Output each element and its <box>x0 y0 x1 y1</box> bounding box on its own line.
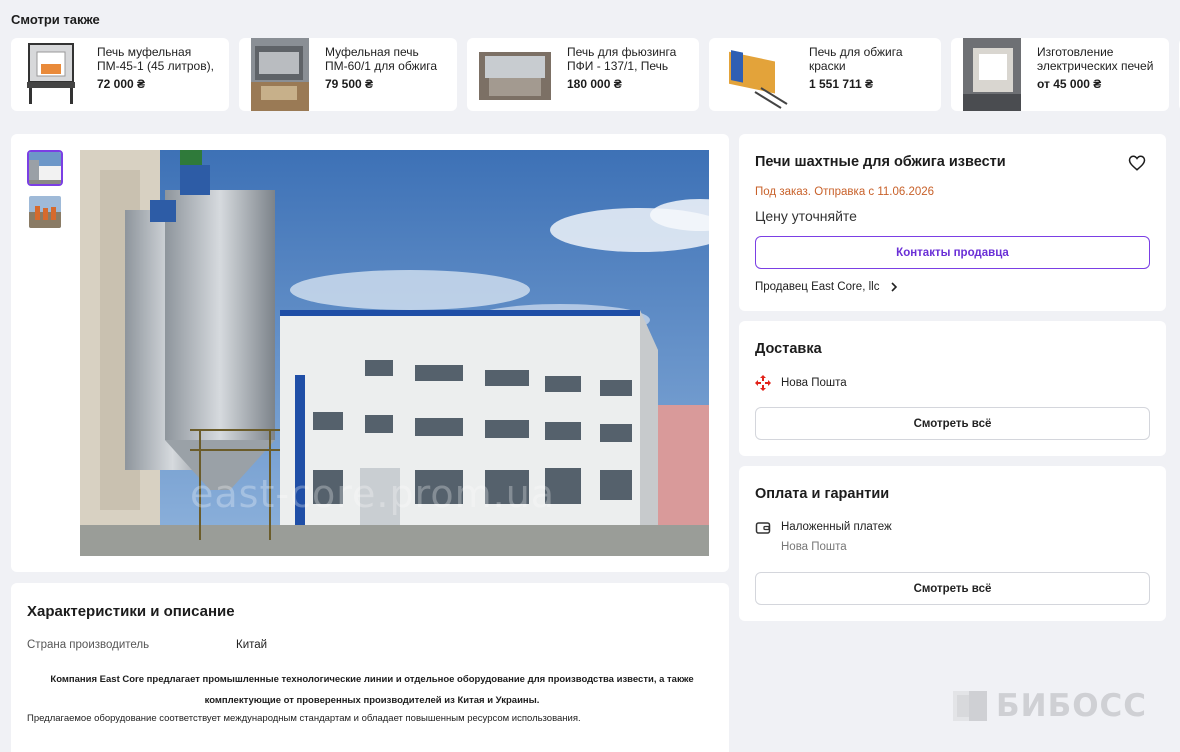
see-also-card[interactable]: Муфельная печь ПМ-60/1 для обжига 79 500… <box>239 38 457 111</box>
gallery-thumb[interactable] <box>27 194 63 230</box>
see-also-card[interactable]: Печь муфельная ПМ-45-1 (45 литров), 72 0… <box>11 38 229 111</box>
see-also-name: Печь муфельная ПМ-45-1 (45 литров), <box>97 45 214 73</box>
gallery-thumbnails <box>27 150 63 230</box>
product-title: Печи шахтные для обжига извести <box>755 154 1006 170</box>
seller-link[interactable]: Продавец East Core, llc <box>755 281 899 293</box>
product-gallery: east-core.prom.ua <box>11 134 729 572</box>
payment-method-sub: Нова Пошта <box>781 541 847 553</box>
description-text: Предлагаемое оборудование соответствует … <box>27 713 581 724</box>
logo-mark-icon <box>953 691 987 721</box>
delivery-see-all-button[interactable]: Смотреть всё <box>755 407 1150 440</box>
logo-text: БИБОСС <box>996 688 1148 724</box>
main-product-photo[interactable]: east-core.prom.ua <box>80 150 709 556</box>
favorite-heart-icon[interactable] <box>1128 154 1146 172</box>
spec-label: Страна производитель <box>27 639 150 651</box>
see-also-card[interactable]: Изготовление электрических печей от 45 0… <box>951 38 1169 111</box>
see-also-price: 72 000 ₴ <box>97 77 146 91</box>
product-thumbnail <box>721 38 793 111</box>
seller-name: Продавец East Core, llc <box>755 281 880 293</box>
product-info-panel: Печи шахтные для обжига извести Под зака… <box>739 134 1166 311</box>
payment-panel: Оплата и гарантии Наложенный платеж Нова… <box>739 466 1166 621</box>
delivery-title: Доставка <box>755 341 822 357</box>
see-also-title: Смотри также <box>11 12 100 27</box>
see-also-name: Печь для обжига краски <box>809 45 903 73</box>
biboss-logo: БИБОСС <box>953 688 1147 724</box>
description-bold-text: Компания East Core предлагает промышленн… <box>50 674 694 706</box>
nova-poshta-icon <box>755 375 771 391</box>
delivery-panel: Доставка Нова Пошта Смотреть всё <box>739 321 1166 456</box>
see-also-price: 79 500 ₴ <box>325 77 374 91</box>
payment-see-all-button[interactable]: Смотреть всё <box>755 572 1150 605</box>
see-also-price: от 45 000 ₴ <box>1037 77 1102 91</box>
gallery-thumb[interactable] <box>27 150 63 186</box>
payment-title: Оплата и гарантии <box>755 486 890 502</box>
see-also-card[interactable]: Печь для фьюзинга ПФИ - 137/1, Печь для … <box>467 38 699 111</box>
product-thumbnail <box>251 38 309 111</box>
see-also-name: Печь для фьюзинга ПФИ - 137/1, Печь для <box>567 45 677 73</box>
see-also-name: Изготовление электрических печей <box>1037 45 1154 73</box>
see-also-card[interactable]: Печь для обжига краски 1 551 711 ₴ <box>709 38 941 111</box>
description-title: Характеристики и описание <box>27 603 235 620</box>
photo-watermark: east-core.prom.ua <box>190 472 556 516</box>
availability-status: Под заказ. Отправка с 11.06.2026 <box>755 186 935 198</box>
see-also-price: 1 551 711 ₴ <box>809 77 874 91</box>
see-also-price: 180 000 ₴ <box>567 77 622 91</box>
see-also-name: Муфельная печь ПМ-60/1 для обжига <box>325 45 438 73</box>
spec-value: Китай <box>236 639 268 651</box>
payment-method: Наложенный платеж <box>781 521 892 533</box>
product-thumbnail <box>479 38 551 111</box>
see-also-carousel: Печь муфельная ПМ-45-1 (45 литров), 72 0… <box>11 38 1180 111</box>
product-thumbnail <box>963 38 1021 111</box>
description-panel: Характеристики и описание Страна произво… <box>11 583 729 752</box>
price-note: Цену уточняйте <box>755 208 857 224</box>
wallet-icon <box>755 520 771 536</box>
product-thumbnail <box>23 38 81 111</box>
contact-seller-button[interactable]: Контакты продавца <box>755 236 1150 269</box>
chevron-right-icon <box>891 282 897 292</box>
delivery-method: Нова Пошта <box>781 377 847 389</box>
